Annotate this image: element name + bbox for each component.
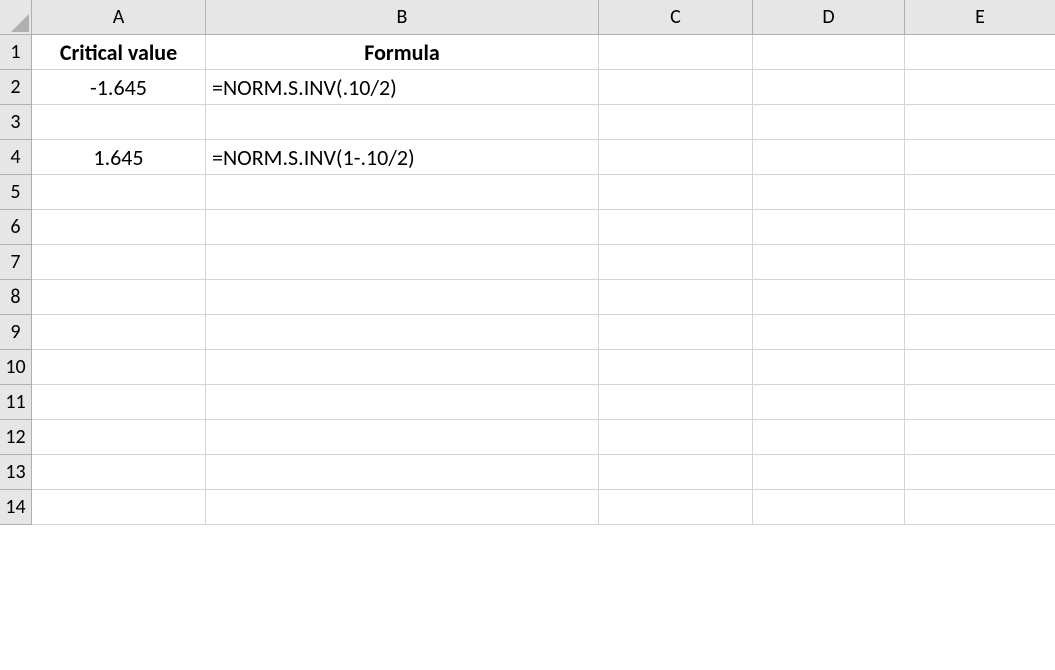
cell-D1[interactable] xyxy=(753,35,905,70)
cell-C2[interactable] xyxy=(599,70,753,105)
spreadsheet-grid: A B C D E 1 Critical value Formula 2 -1.… xyxy=(0,0,1055,525)
cell-E2[interactable] xyxy=(905,70,1055,105)
row-header-13[interactable]: 13 xyxy=(0,455,32,490)
cell-B9[interactable] xyxy=(206,315,599,350)
cell-B8[interactable] xyxy=(206,280,599,315)
cell-E3[interactable] xyxy=(905,105,1055,140)
cell-A14[interactable] xyxy=(32,490,206,525)
cell-E7[interactable] xyxy=(905,245,1055,280)
cell-A11[interactable] xyxy=(32,385,206,420)
cell-B4[interactable]: =NORM.S.INV(1-.10/2) xyxy=(206,140,599,175)
cell-D6[interactable] xyxy=(753,210,905,245)
cell-B10[interactable] xyxy=(206,350,599,385)
cell-D10[interactable] xyxy=(753,350,905,385)
cell-D13[interactable] xyxy=(753,455,905,490)
cell-E6[interactable] xyxy=(905,210,1055,245)
cell-D8[interactable] xyxy=(753,280,905,315)
row-header-3[interactable]: 3 xyxy=(0,105,32,140)
col-header-C[interactable]: C xyxy=(599,0,753,35)
cell-A5[interactable] xyxy=(32,175,206,210)
cell-D2[interactable] xyxy=(753,70,905,105)
cell-B1[interactable]: Formula xyxy=(206,35,599,70)
cell-C6[interactable] xyxy=(599,210,753,245)
row-header-1[interactable]: 1 xyxy=(0,35,32,70)
cell-C14[interactable] xyxy=(599,490,753,525)
cell-E4[interactable] xyxy=(905,140,1055,175)
row-header-6[interactable]: 6 xyxy=(0,210,32,245)
cell-B3[interactable] xyxy=(206,105,599,140)
col-header-D[interactable]: D xyxy=(753,0,905,35)
cell-E11[interactable] xyxy=(905,385,1055,420)
cell-B14[interactable] xyxy=(206,490,599,525)
row-header-12[interactable]: 12 xyxy=(0,420,32,455)
row-header-9[interactable]: 9 xyxy=(0,315,32,350)
cell-A7[interactable] xyxy=(32,245,206,280)
cell-A10[interactable] xyxy=(32,350,206,385)
cell-A13[interactable] xyxy=(32,455,206,490)
cell-D11[interactable] xyxy=(753,385,905,420)
cell-B11[interactable] xyxy=(206,385,599,420)
cell-E12[interactable] xyxy=(905,420,1055,455)
select-all-corner[interactable] xyxy=(0,0,32,35)
cell-A8[interactable] xyxy=(32,280,206,315)
row-header-2[interactable]: 2 xyxy=(0,70,32,105)
cell-B2[interactable]: =NORM.S.INV(.10/2) xyxy=(206,70,599,105)
cell-B12[interactable] xyxy=(206,420,599,455)
cell-A2[interactable]: -1.645 xyxy=(32,70,206,105)
cell-D9[interactable] xyxy=(753,315,905,350)
cell-C1[interactable] xyxy=(599,35,753,70)
cell-C11[interactable] xyxy=(599,385,753,420)
row-header-11[interactable]: 11 xyxy=(0,385,32,420)
cell-C5[interactable] xyxy=(599,175,753,210)
cell-D7[interactable] xyxy=(753,245,905,280)
cell-C8[interactable] xyxy=(599,280,753,315)
cell-A12[interactable] xyxy=(32,420,206,455)
cell-D4[interactable] xyxy=(753,140,905,175)
cell-E8[interactable] xyxy=(905,280,1055,315)
cell-B5[interactable] xyxy=(206,175,599,210)
cell-A4[interactable]: 1.645 xyxy=(32,140,206,175)
cell-B13[interactable] xyxy=(206,455,599,490)
cell-E14[interactable] xyxy=(905,490,1055,525)
cell-D14[interactable] xyxy=(753,490,905,525)
cell-D5[interactable] xyxy=(753,175,905,210)
col-header-E[interactable]: E xyxy=(905,0,1055,35)
select-all-triangle-icon xyxy=(11,14,29,32)
cell-E1[interactable] xyxy=(905,35,1055,70)
col-header-B[interactable]: B xyxy=(206,0,599,35)
col-header-A[interactable]: A xyxy=(32,0,206,35)
cell-D12[interactable] xyxy=(753,420,905,455)
row-header-5[interactable]: 5 xyxy=(0,175,32,210)
cell-E13[interactable] xyxy=(905,455,1055,490)
row-header-7[interactable]: 7 xyxy=(0,245,32,280)
cell-C12[interactable] xyxy=(599,420,753,455)
cell-C9[interactable] xyxy=(599,315,753,350)
cell-E10[interactable] xyxy=(905,350,1055,385)
cell-A3[interactable] xyxy=(32,105,206,140)
cell-C3[interactable] xyxy=(599,105,753,140)
row-header-4[interactable]: 4 xyxy=(0,140,32,175)
cell-C7[interactable] xyxy=(599,245,753,280)
row-header-10[interactable]: 10 xyxy=(0,350,32,385)
cell-B6[interactable] xyxy=(206,210,599,245)
cell-A9[interactable] xyxy=(32,315,206,350)
cell-E5[interactable] xyxy=(905,175,1055,210)
cell-A1[interactable]: Critical value xyxy=(32,35,206,70)
cell-C10[interactable] xyxy=(599,350,753,385)
cell-E9[interactable] xyxy=(905,315,1055,350)
row-header-8[interactable]: 8 xyxy=(0,280,32,315)
cell-C4[interactable] xyxy=(599,140,753,175)
row-header-14[interactable]: 14 xyxy=(0,490,32,525)
cell-D3[interactable] xyxy=(753,105,905,140)
cell-A6[interactable] xyxy=(32,210,206,245)
cell-C13[interactable] xyxy=(599,455,753,490)
cell-B7[interactable] xyxy=(206,245,599,280)
